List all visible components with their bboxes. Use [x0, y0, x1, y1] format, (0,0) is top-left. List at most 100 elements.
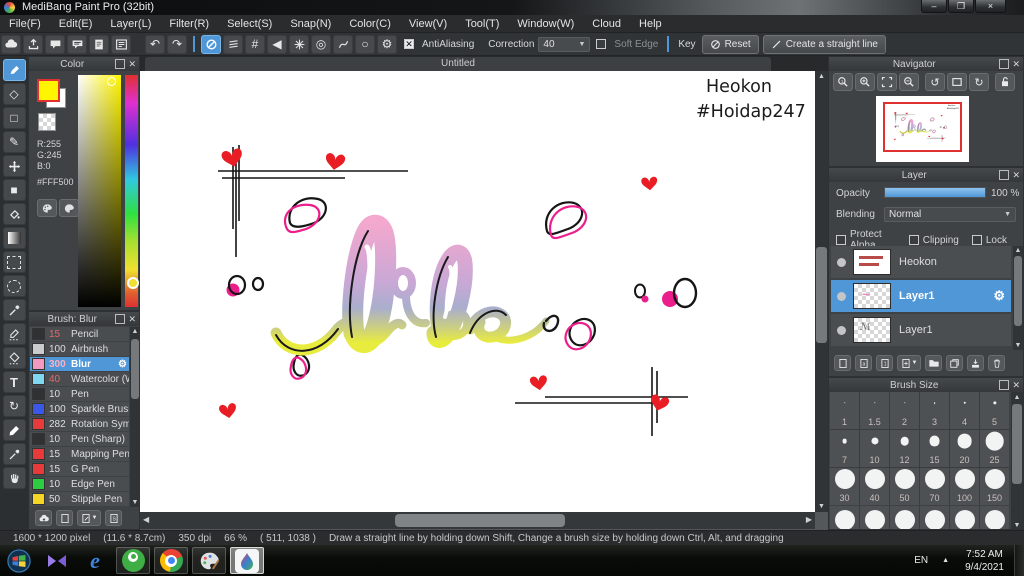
brush-size-cell[interactable] [830, 506, 859, 529]
canvas[interactable]: Heokon #Hoidap247 [140, 71, 815, 512]
paint-palette-icon[interactable] [192, 547, 226, 574]
comment-icon[interactable] [67, 34, 87, 54]
dot-pen-tool[interactable]: ✎ [2, 131, 26, 153]
rotate-left-icon[interactable]: ↺ [925, 73, 945, 91]
snap-curve-icon[interactable] [333, 34, 353, 54]
magic-wand-tool[interactable] [2, 299, 26, 321]
fit-screen-icon[interactable] [877, 73, 897, 91]
brush-size-cell[interactable]: 1.5 [860, 392, 889, 429]
eyedropper-tool[interactable] [2, 443, 26, 465]
snap-grid-icon[interactable]: # [245, 34, 265, 54]
title-bar[interactable]: MediBang Paint Pro (32bit) – ❒ × [0, 0, 1024, 15]
popout-icon[interactable] [115, 59, 126, 69]
brush-list-item[interactable]: 50 Stipple Pen ⚙ [30, 492, 129, 506]
snap-concentric-icon[interactable]: ◎ [311, 34, 331, 54]
menu-item[interactable]: Layer(L) [101, 15, 160, 33]
create-straight-line-button[interactable]: Create a straight line [762, 34, 886, 54]
chat-icon[interactable] [45, 34, 65, 54]
panel-settings-icon[interactable] [111, 34, 131, 54]
cloud-icon[interactable] [1, 34, 21, 54]
snap-radial-icon[interactable] [289, 34, 309, 54]
brush-size-cell[interactable] [950, 506, 979, 529]
brush-size-cell[interactable]: 12 [890, 430, 919, 467]
snap-ellipse-icon[interactable]: ○ [355, 34, 375, 54]
operation-tool[interactable]: ↻ [2, 395, 26, 417]
close-icon[interactable]: ✕ [128, 60, 136, 69]
canvas-tab[interactable]: Untitled [145, 57, 771, 71]
document-icon[interactable] [89, 34, 109, 54]
export-icon[interactable] [23, 34, 43, 54]
brush-size-cell[interactable] [980, 506, 1009, 529]
soft-edge-checkbox[interactable] [596, 39, 607, 49]
brush-size-cell[interactable]: 30 [830, 468, 859, 505]
brush-size-cell[interactable] [920, 506, 949, 529]
brush-size-header[interactable]: Brush Size ✕ [829, 378, 1023, 392]
brush-tool[interactable] [2, 59, 26, 81]
brush-size-cell[interactable]: 70 [920, 468, 949, 505]
medibang-paint-icon[interactable] [230, 547, 264, 574]
menu-item[interactable]: Snap(N) [281, 15, 340, 33]
brush-list-item[interactable]: 40 Watercolor (W ⚙ [30, 372, 129, 386]
zoom-100-icon[interactable]: 1 [833, 73, 853, 91]
brush-panel-header[interactable]: Brush: Blur ✕ [29, 312, 139, 326]
saturation-value-box[interactable] [78, 75, 121, 307]
bucket-tool[interactable] [2, 203, 26, 225]
duplicate-layer-icon[interactable] [946, 355, 963, 371]
checkbox-box[interactable] [908, 235, 919, 245]
menu-item[interactable]: Filter(R) [160, 15, 218, 33]
eraser-tool[interactable]: ◇ [2, 83, 26, 105]
menu-item[interactable]: Help [630, 15, 671, 33]
undo-icon[interactable]: ↶ [145, 34, 165, 54]
snap-parallel-icon[interactable] [223, 34, 243, 54]
select-pen-tool[interactable] [2, 323, 26, 345]
kmplayer-icon[interactable] [40, 547, 74, 574]
brush-list-item[interactable]: 10 Edge Pen ⚙ [30, 477, 129, 491]
popout-icon[interactable] [999, 59, 1010, 69]
cloud-upload-icon[interactable] [35, 510, 52, 526]
brush-list-item[interactable]: 15 Pencil ⚙ [30, 327, 129, 341]
layer-row[interactable]: Layer1 ⚙ [831, 280, 1011, 312]
brush-size-cell[interactable]: 15 [920, 430, 949, 467]
brush-size-cell[interactable]: 7 [830, 430, 859, 467]
select-rect-tool[interactable] [2, 251, 26, 273]
brush-size-cell[interactable]: 4 [950, 392, 979, 429]
layer-row[interactable]: Layer1 ⚙ [831, 314, 1011, 346]
menu-item[interactable]: Edit(E) [50, 15, 102, 33]
menu-item[interactable]: Cloud [583, 15, 630, 33]
brush-list-item[interactable]: 100 Airbrush ⚙ [30, 342, 129, 356]
close-icon[interactable]: ✕ [1012, 60, 1020, 69]
antialiasing-checkbox[interactable]: ✕ [404, 39, 414, 49]
foreground-color-swatch[interactable] [37, 79, 60, 102]
palette-icon[interactable] [37, 199, 57, 217]
layer-folder-icon[interactable] [925, 355, 942, 371]
zoom-out-icon[interactable] [899, 73, 919, 91]
popout-icon[interactable] [999, 380, 1010, 390]
checkbox-box[interactable] [971, 235, 982, 245]
snap-vanishing-icon[interactable]: ◀ [267, 34, 287, 54]
brush-size-cell[interactable] [890, 506, 919, 529]
close-icon[interactable]: ✕ [1012, 171, 1020, 180]
delete-layer-icon[interactable] [988, 355, 1005, 371]
unlock-icon[interactable] [995, 73, 1015, 91]
script-brush-icon[interactable]: S [105, 510, 122, 526]
chrome-icon[interactable] [154, 547, 188, 574]
blending-dropdown[interactable]: Normal ▼ [884, 207, 1016, 222]
correction-dropdown[interactable]: 40 ▼ [538, 36, 591, 52]
text-tool[interactable]: T [2, 371, 26, 393]
fill-shape-tool[interactable]: ■ [2, 179, 26, 201]
brush-list-item[interactable]: 282 Rotation Sym ⚙ [30, 417, 129, 431]
tray-expand-icon[interactable]: ▲ [942, 557, 949, 564]
show-desktop-button[interactable] [1014, 545, 1024, 576]
brush-size-cell[interactable] [860, 506, 889, 529]
menu-item[interactable]: Window(W) [508, 15, 583, 33]
popout-icon[interactable] [115, 314, 126, 324]
brush-size-cell[interactable]: 2 [890, 392, 919, 429]
brush-list-item[interactable]: 15 G Pen ⚙ [30, 462, 129, 476]
brush-size-cell[interactable]: 5 [980, 392, 1009, 429]
brush-size-cell[interactable]: 50 [890, 468, 919, 505]
reset-rotation-icon[interactable] [947, 73, 967, 91]
coccoc-icon[interactable] [116, 547, 150, 574]
layer-scrollbar[interactable]: ▲ ▼ [1013, 246, 1023, 350]
brush-size-cell[interactable]: 1 [830, 392, 859, 429]
add-brush-icon[interactable] [56, 510, 73, 526]
